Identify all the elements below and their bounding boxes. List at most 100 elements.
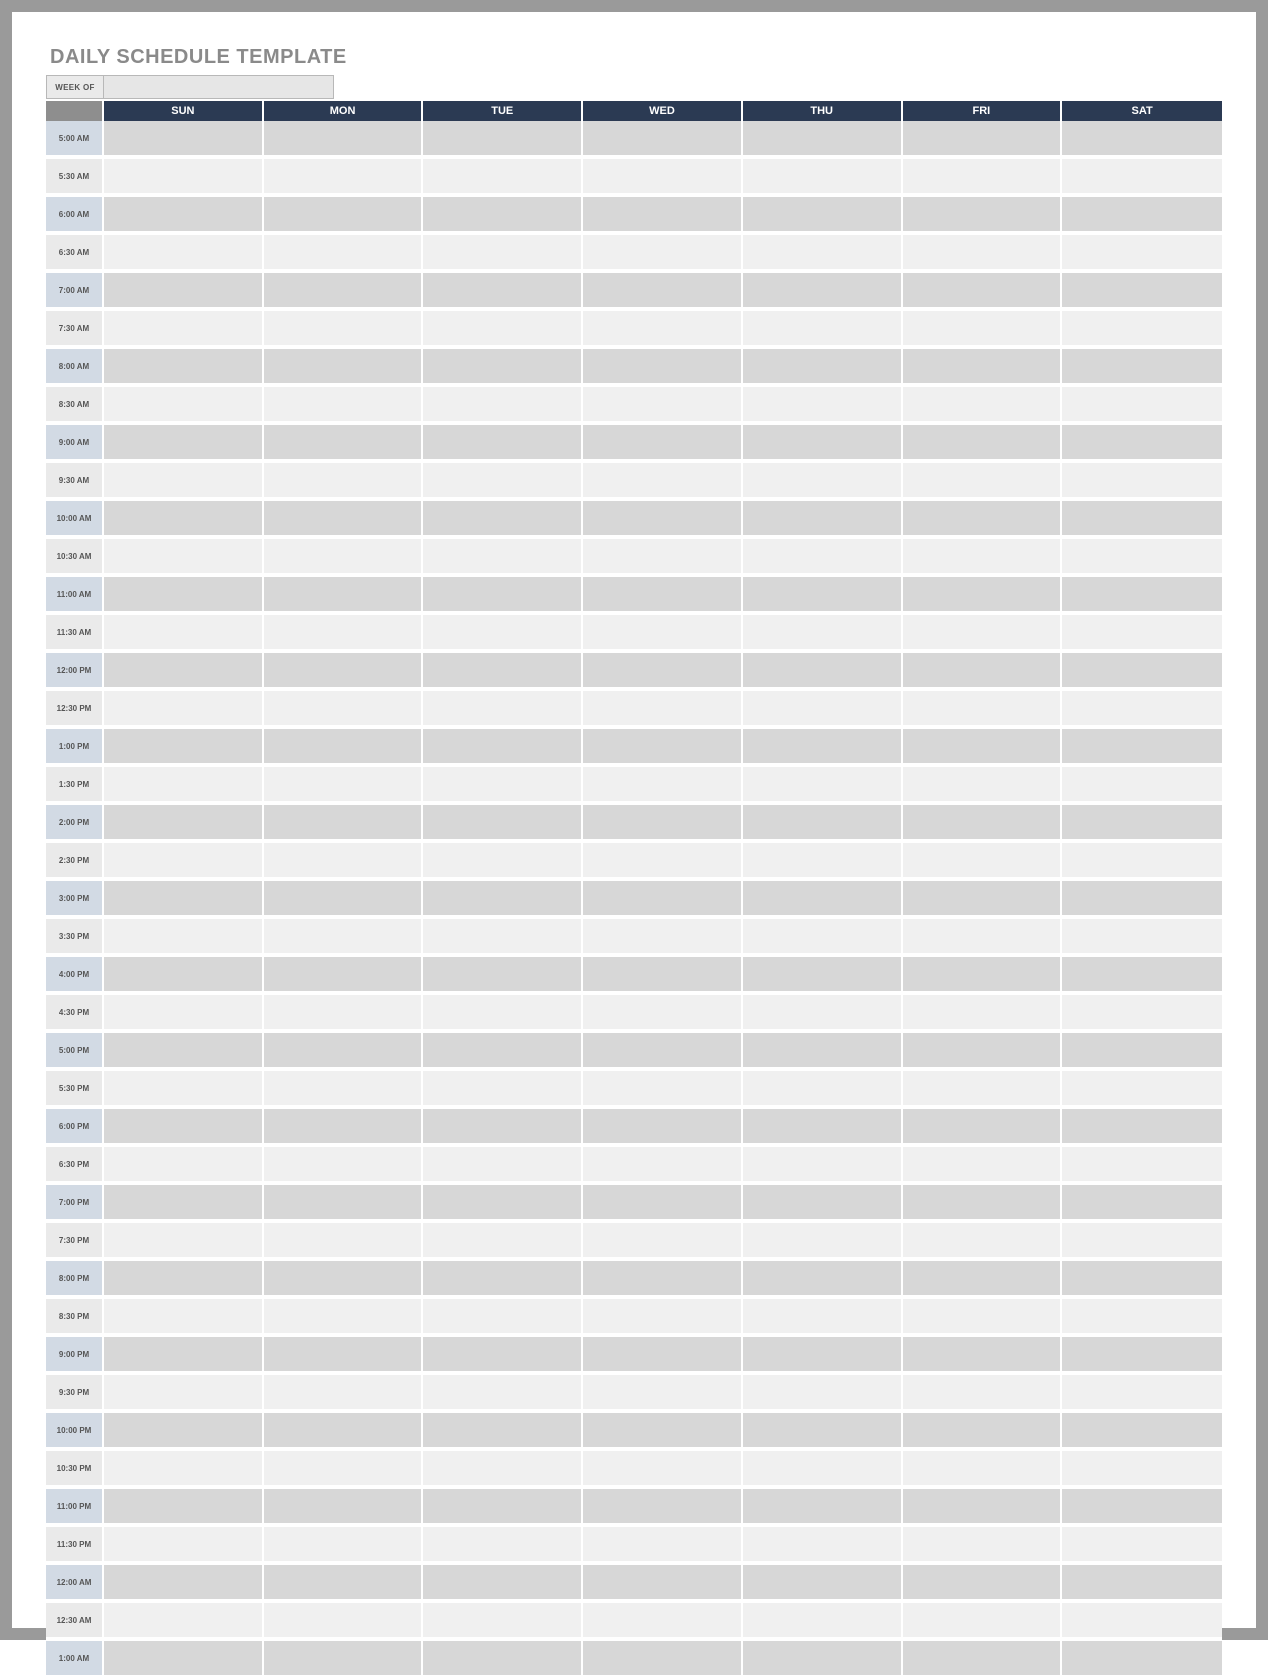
schedule-cell[interactable]	[423, 1033, 583, 1067]
schedule-cell[interactable]	[264, 273, 424, 307]
schedule-cell[interactable]	[583, 1489, 743, 1523]
schedule-cell[interactable]	[264, 1147, 424, 1181]
schedule-cell[interactable]	[104, 1109, 264, 1143]
schedule-cell[interactable]	[903, 539, 1063, 573]
schedule-cell[interactable]	[423, 311, 583, 345]
schedule-cell[interactable]	[903, 121, 1063, 155]
schedule-cell[interactable]	[1062, 1261, 1222, 1295]
schedule-cell[interactable]	[423, 881, 583, 915]
schedule-cell[interactable]	[1062, 805, 1222, 839]
schedule-cell[interactable]	[903, 995, 1063, 1029]
schedule-cell[interactable]	[264, 121, 424, 155]
schedule-cell[interactable]	[423, 1413, 583, 1447]
schedule-cell[interactable]	[264, 957, 424, 991]
schedule-cell[interactable]	[903, 919, 1063, 953]
schedule-cell[interactable]	[903, 1147, 1063, 1181]
schedule-cell[interactable]	[1062, 691, 1222, 725]
schedule-cell[interactable]	[903, 1071, 1063, 1105]
schedule-cell[interactable]	[1062, 729, 1222, 763]
schedule-cell[interactable]	[264, 349, 424, 383]
schedule-cell[interactable]	[583, 121, 743, 155]
schedule-cell[interactable]	[264, 653, 424, 687]
schedule-cell[interactable]	[1062, 1603, 1222, 1637]
schedule-cell[interactable]	[1062, 615, 1222, 649]
schedule-cell[interactable]	[264, 197, 424, 231]
schedule-cell[interactable]	[583, 577, 743, 611]
schedule-cell[interactable]	[264, 159, 424, 193]
schedule-cell[interactable]	[583, 691, 743, 725]
schedule-cell[interactable]	[1062, 653, 1222, 687]
schedule-cell[interactable]	[1062, 121, 1222, 155]
schedule-cell[interactable]	[1062, 273, 1222, 307]
schedule-cell[interactable]	[903, 1603, 1063, 1637]
schedule-cell[interactable]	[743, 1109, 903, 1143]
schedule-cell[interactable]	[583, 843, 743, 877]
schedule-cell[interactable]	[583, 159, 743, 193]
schedule-cell[interactable]	[264, 1337, 424, 1371]
schedule-cell[interactable]	[1062, 539, 1222, 573]
schedule-cell[interactable]	[743, 1451, 903, 1485]
schedule-cell[interactable]	[1062, 1185, 1222, 1219]
schedule-cell[interactable]	[1062, 995, 1222, 1029]
schedule-cell[interactable]	[423, 1071, 583, 1105]
schedule-cell[interactable]	[583, 311, 743, 345]
schedule-cell[interactable]	[264, 1375, 424, 1409]
schedule-cell[interactable]	[104, 957, 264, 991]
schedule-cell[interactable]	[423, 463, 583, 497]
schedule-cell[interactable]	[903, 273, 1063, 307]
schedule-cell[interactable]	[743, 1489, 903, 1523]
schedule-cell[interactable]	[264, 1413, 424, 1447]
schedule-cell[interactable]	[583, 1603, 743, 1637]
schedule-cell[interactable]	[264, 805, 424, 839]
schedule-cell[interactable]	[104, 995, 264, 1029]
schedule-cell[interactable]	[264, 919, 424, 953]
schedule-cell[interactable]	[264, 767, 424, 801]
schedule-cell[interactable]	[903, 615, 1063, 649]
schedule-cell[interactable]	[743, 729, 903, 763]
schedule-cell[interactable]	[264, 501, 424, 535]
schedule-cell[interactable]	[743, 1641, 903, 1675]
schedule-cell[interactable]	[1062, 311, 1222, 345]
schedule-cell[interactable]	[423, 957, 583, 991]
schedule-cell[interactable]	[264, 311, 424, 345]
schedule-cell[interactable]	[104, 615, 264, 649]
schedule-cell[interactable]	[583, 767, 743, 801]
schedule-cell[interactable]	[903, 1413, 1063, 1447]
schedule-cell[interactable]	[903, 387, 1063, 421]
schedule-cell[interactable]	[743, 159, 903, 193]
schedule-cell[interactable]	[104, 349, 264, 383]
schedule-cell[interactable]	[1062, 1109, 1222, 1143]
schedule-cell[interactable]	[423, 273, 583, 307]
schedule-cell[interactable]	[1062, 463, 1222, 497]
schedule-cell[interactable]	[903, 1033, 1063, 1067]
schedule-cell[interactable]	[903, 805, 1063, 839]
schedule-cell[interactable]	[903, 1299, 1063, 1333]
schedule-cell[interactable]	[423, 197, 583, 231]
schedule-cell[interactable]	[423, 1641, 583, 1675]
schedule-cell[interactable]	[264, 577, 424, 611]
schedule-cell[interactable]	[583, 425, 743, 459]
schedule-cell[interactable]	[423, 1299, 583, 1333]
schedule-cell[interactable]	[1062, 577, 1222, 611]
schedule-cell[interactable]	[423, 919, 583, 953]
schedule-cell[interactable]	[903, 197, 1063, 231]
schedule-cell[interactable]	[903, 1109, 1063, 1143]
schedule-cell[interactable]	[583, 1641, 743, 1675]
schedule-cell[interactable]	[423, 1337, 583, 1371]
schedule-cell[interactable]	[104, 1261, 264, 1295]
schedule-cell[interactable]	[104, 1033, 264, 1067]
schedule-cell[interactable]	[423, 1603, 583, 1637]
schedule-cell[interactable]	[743, 881, 903, 915]
schedule-cell[interactable]	[264, 1185, 424, 1219]
schedule-cell[interactable]	[583, 995, 743, 1029]
schedule-cell[interactable]	[903, 1375, 1063, 1409]
schedule-cell[interactable]	[423, 159, 583, 193]
schedule-cell[interactable]	[264, 463, 424, 497]
schedule-cell[interactable]	[423, 349, 583, 383]
schedule-cell[interactable]	[264, 1603, 424, 1637]
schedule-cell[interactable]	[423, 1147, 583, 1181]
schedule-cell[interactable]	[743, 197, 903, 231]
schedule-cell[interactable]	[903, 1261, 1063, 1295]
schedule-cell[interactable]	[903, 349, 1063, 383]
schedule-cell[interactable]	[1062, 1565, 1222, 1599]
